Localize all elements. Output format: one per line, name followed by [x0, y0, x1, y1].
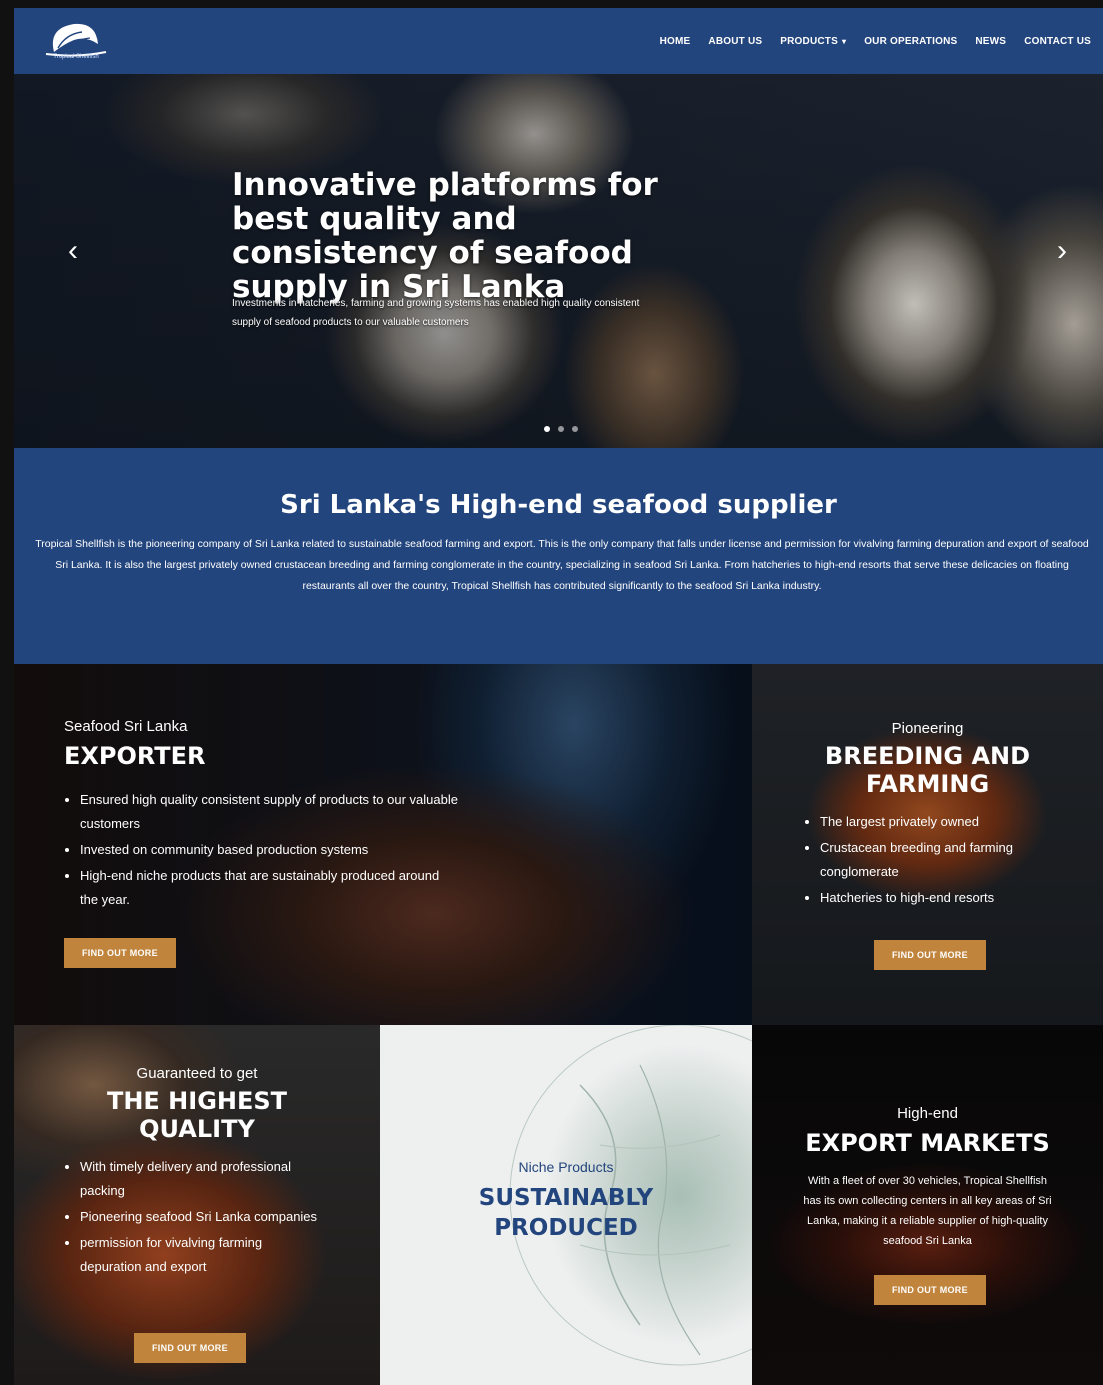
slider-dot[interactable] [544, 426, 550, 432]
find-out-more-button[interactable]: FIND OUT MORE [134, 1333, 246, 1363]
chevron-down-icon: ▾ [841, 36, 847, 46]
card-exporter: Seafood Sri Lanka EXPORTER Ensured high … [14, 664, 752, 1025]
slider-dots [544, 426, 578, 432]
chevron-left-icon[interactable]: ‹ [68, 234, 78, 268]
slider-dot[interactable] [558, 426, 564, 432]
hero-subtitle: Investments in hatcheries, farming and g… [232, 298, 640, 328]
list-item: Pioneering seafood Sri Lanka companies [80, 1205, 320, 1229]
nav-contact-us[interactable]: CONTACT US [1024, 36, 1091, 47]
intro-section: Sri Lanka's High-end seafood supplier Tr… [14, 448, 1103, 664]
chevron-right-icon[interactable]: › [1057, 234, 1067, 268]
card-bullets: With timely delivery and professional pa… [64, 1155, 320, 1281]
find-out-more-button[interactable]: FIND OUT MORE [874, 940, 986, 970]
card-kicker: High-end [897, 1105, 958, 1122]
intro-text: Tropical Shellfish is the pioneering com… [35, 538, 1089, 592]
card-heading: EXPORTER [64, 742, 206, 770]
nav-products-label: PRODUCTS [780, 35, 838, 47]
intro-title: Sri Lanka's High-end seafood supplier [280, 490, 837, 520]
card-bullets: Ensured high quality consistent supply o… [64, 788, 460, 914]
list-item: The largest privately owned [820, 810, 1080, 834]
hero-title: Innovative platforms for best quality an… [232, 167, 658, 305]
page-frame: Tropical Shellfish HOME ABOUT US PRODUCT… [14, 8, 1103, 1385]
card-kicker: Niche Products [518, 1159, 614, 1175]
card-text: With a fleet of over 30 vehicles, Tropic… [803, 1175, 1052, 1247]
slider-dot[interactable] [572, 426, 578, 432]
card-bullets: The largest privately owned Crustacean b… [804, 810, 1080, 912]
list-item: Invested on community based production s… [80, 838, 460, 862]
find-out-more-button[interactable]: FIND OUT MORE [64, 938, 176, 968]
card-heading: SUSTAINABLY PRODUCED [478, 1185, 654, 1241]
card-heading: THE HIGHEST QUALITY [106, 1087, 288, 1143]
nav-our-operations[interactable]: OUR OPERATIONS [864, 36, 957, 47]
hero-slider: ‹ › Innovative platforms for best qualit… [14, 74, 1103, 448]
card-export-markets: High-end EXPORT MARKETS With a fleet of … [752, 1025, 1103, 1385]
card-heading: BREEDING AND FARMING [824, 742, 1031, 798]
card-kicker: Guaranteed to get [136, 1065, 258, 1082]
nav-products[interactable]: PRODUCTS ▾ [780, 36, 846, 47]
list-item: Hatcheries to high-end resorts [820, 886, 1080, 910]
find-out-more-button[interactable]: FIND OUT MORE [874, 1275, 986, 1305]
card-breeding: Pioneering BREEDING AND FARMING The larg… [752, 664, 1103, 1025]
card-quality: Guaranteed to get THE HIGHEST QUALITY Wi… [14, 1025, 380, 1385]
top-navbar: Tropical Shellfish HOME ABOUT US PRODUCT… [14, 8, 1103, 74]
nav-home[interactable]: HOME [660, 36, 691, 47]
nav-about-us[interactable]: ABOUT US [708, 36, 762, 47]
list-item: High-end niche products that are sustain… [80, 864, 460, 912]
logo-caption: Tropical Shellfish [53, 54, 99, 60]
card-kicker: Seafood Sri Lanka [64, 718, 188, 735]
list-item: Ensured high quality consistent supply o… [80, 788, 460, 836]
list-item: Crustacean breeding and farming conglome… [820, 836, 1080, 884]
card-sustainably: Niche Products SUSTAINABLY PRODUCED [380, 1025, 752, 1385]
list-item: With timely delivery and professional pa… [80, 1155, 320, 1203]
logo[interactable] [36, 18, 116, 68]
main-menu: HOME ABOUT US PRODUCTS ▾ OUR OPERATIONS N… [660, 8, 1091, 74]
shell-logo-icon [45, 23, 107, 57]
list-item: permission for vivalving farming depurat… [80, 1231, 320, 1279]
card-kicker: Pioneering [891, 720, 964, 737]
nav-news[interactable]: NEWS [975, 36, 1006, 47]
card-heading: EXPORT MARKETS [805, 1129, 1050, 1157]
